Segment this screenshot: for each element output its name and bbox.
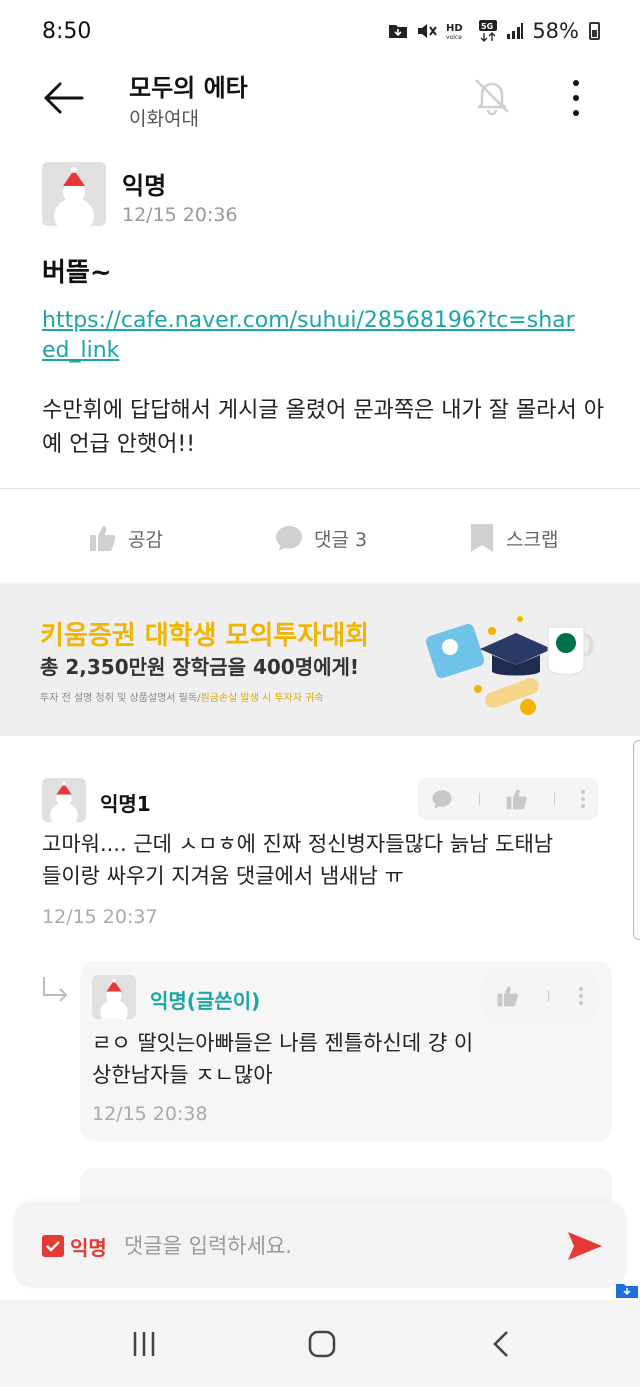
notification-toggle-button[interactable]	[470, 74, 514, 118]
svg-text:HD: HD	[446, 23, 463, 34]
send-icon	[568, 1232, 602, 1260]
banner-disclaimer: 투자 전 설명 청취 및 상품설명서 필독/원금손실 발생 시 투자자 귀속	[40, 689, 324, 704]
more-vertical-icon[interactable]	[578, 986, 584, 1006]
system-back-button[interactable]	[482, 1324, 522, 1364]
dot-icon	[573, 95, 579, 101]
status-time: 8:50	[42, 18, 92, 44]
app-bar: 모두의 에타 이화여대	[0, 62, 640, 144]
back-button[interactable]	[40, 80, 86, 116]
home-icon	[308, 1330, 336, 1358]
reply-body: ㄹㅇ 딸잇는아빠들은 나름 젠틀하신데 걍 이상한남자들 ㅈㄴ많아	[92, 1031, 474, 1087]
reply-avatar	[92, 975, 136, 1019]
battery-percent: 58%	[532, 19, 579, 43]
like-button[interactable]: 공감	[88, 518, 163, 558]
post-timestamp: 12/15 20:36	[122, 204, 238, 226]
comment-avatar	[42, 778, 86, 822]
post-title: 버뜰~	[42, 258, 112, 288]
battery-icon	[589, 22, 600, 40]
banner-disclaimer-main: 투자 전 설명 청취 및 상품설명서 필독/	[40, 693, 201, 704]
check-icon	[46, 1241, 60, 1252]
comment-input-bar: 익명	[14, 1202, 626, 1288]
reply-tools	[482, 975, 598, 1017]
thumbs-up-icon[interactable]	[505, 787, 529, 811]
comment-body: 고마워.... 근데 ㅅㅁㅎ에 진짜 정신병자들많다 늙남 도태남들이랑 싸우기…	[42, 832, 554, 888]
banner-illustration-icon	[425, 616, 594, 715]
avatar	[42, 162, 106, 226]
post-actions: 공감 댓글 3 스크랩	[0, 510, 640, 566]
svg-text:voice: voice	[446, 34, 462, 41]
svg-text:5G: 5G	[481, 22, 493, 31]
anonymous-avatar-icon	[42, 778, 86, 822]
school-name: 이화여대	[129, 108, 199, 130]
comment-item: 익명1 고마워.... 근데 ㅅㅁㅎ에 진짜 정신병자들많다 늙남 도태남들이랑…	[0, 760, 640, 940]
board-title: 모두의 에타	[129, 74, 248, 102]
ad-banner[interactable]: 키움증권 대학생 모의투자대회 총 2,350만원 장학금을 400명에게! 투…	[0, 583, 640, 736]
tool-divider	[553, 793, 555, 805]
divider	[0, 488, 640, 489]
like-label: 공감	[128, 528, 163, 551]
post-author: 익명	[122, 172, 167, 200]
5g-icon: 5G	[479, 20, 498, 42]
comment-count-button[interactable]: 댓글 3	[274, 518, 367, 558]
recent-apps-icon	[133, 1332, 155, 1356]
arrow-left-icon	[44, 82, 84, 114]
bell-off-icon	[475, 79, 509, 116]
reply-item: 익명(글쓴이) ㄹㅇ 딸잇는아빠들은 나름 젠틀하신데 걍 이상한남자들 ㅈㄴ많…	[80, 961, 612, 1141]
dot-icon	[573, 110, 579, 116]
banner-disclaimer-highlight: 원금손실 발생 시 투자자 귀속	[200, 693, 324, 704]
dot-icon	[573, 80, 579, 86]
banner-headline: 키움증권 대학생 모의투자대회	[40, 621, 370, 651]
scrap-button[interactable]: 스크랩	[468, 518, 558, 558]
folder-icon	[389, 25, 408, 38]
send-button[interactable]	[562, 1224, 606, 1268]
comment-count-label: 댓글 3	[314, 528, 368, 551]
post-link[interactable]: https://cafe.naver.com/suhui/28568196?tc…	[42, 306, 582, 366]
reply-icon[interactable]	[430, 788, 454, 810]
reply-author: 익명(글쓴이)	[150, 989, 261, 1013]
comment-author: 익명1	[100, 792, 151, 816]
thumbs-up-icon	[90, 526, 116, 551]
anonymous-avatar-icon	[92, 975, 136, 1019]
download-badge-icon[interactable]	[614, 1280, 640, 1300]
reply-timestamp: 12/15 20:38	[92, 1103, 208, 1125]
anonymous-checkbox[interactable]	[42, 1235, 64, 1257]
tool-divider	[479, 793, 481, 805]
comment-tools	[418, 778, 598, 820]
comment-input[interactable]	[124, 1226, 544, 1266]
signal-icon	[507, 23, 524, 39]
post-body: 수만휘에 답답해서 게시글 올렸어 문과쪽은 내가 잘 몰라서 아예 언급 안햇…	[42, 398, 604, 457]
system-navigation-bar	[0, 1300, 640, 1387]
recent-apps-button[interactable]	[124, 1324, 164, 1364]
scrap-label: 스크랩	[506, 528, 559, 551]
hd-voice-icon: HDvoice	[446, 23, 463, 41]
thumbs-up-icon[interactable]	[496, 984, 520, 1008]
comment-timestamp: 12/15 20:37	[42, 906, 158, 928]
more-options-button[interactable]	[565, 80, 587, 116]
status-bar: 8:50 HD voice 5G 58%	[0, 0, 640, 62]
reply-arrow-icon	[43, 977, 68, 1002]
anonymous-label[interactable]: 익명	[70, 1232, 107, 1261]
home-button[interactable]	[302, 1324, 342, 1364]
banner-subheadline: 총 2,350만원 장학금을 400명에게!	[40, 655, 360, 679]
chevron-left-icon	[493, 1331, 508, 1357]
more-vertical-icon[interactable]	[580, 789, 586, 809]
mute-icon	[418, 24, 438, 38]
tool-divider	[548, 990, 550, 1002]
bookmark-icon	[471, 524, 493, 552]
status-icons: HD voice 5G 58%	[388, 19, 600, 43]
speech-bubble-icon	[276, 526, 302, 551]
anonymous-avatar-icon	[42, 162, 106, 226]
